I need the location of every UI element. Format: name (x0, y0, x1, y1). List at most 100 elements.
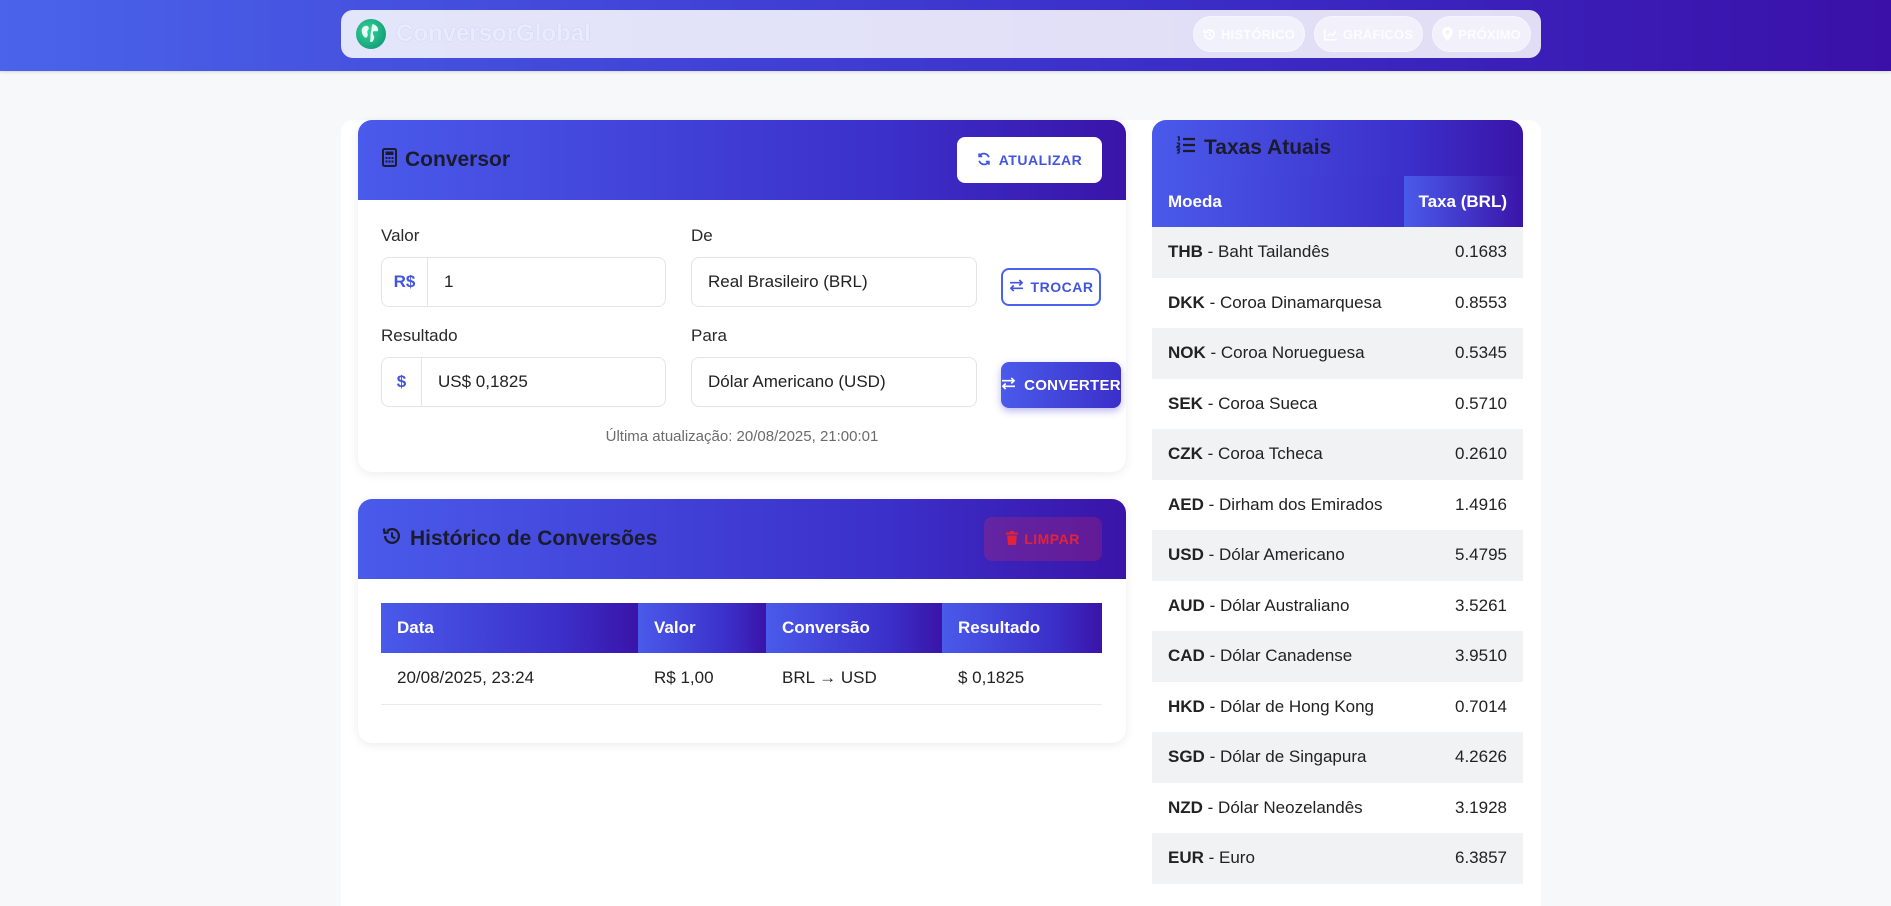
nav-historico[interactable]: HISTÓRICO (1192, 16, 1305, 52)
converter-title: Conversor (405, 148, 511, 171)
currency-rate: 0.8553 (1455, 292, 1507, 312)
currency-code: SGD (1168, 747, 1205, 767)
col-taxa: Taxa (BRL) (1404, 176, 1523, 227)
brand[interactable]: ConversorGlobal (356, 19, 591, 49)
history-card: Histórico de Conversões LIMPAR Data Valo… (358, 499, 1126, 743)
para-value: Dólar Americano (USD) (708, 372, 886, 391)
currency-code: THB (1168, 242, 1203, 262)
col-moeda: Moeda (1152, 176, 1404, 227)
list-item: DKK - Coroa Dinamarquesa 0.8553 (1152, 277, 1523, 328)
col-data: Data (381, 603, 638, 653)
currency-label: - Coroa Norueguesa (1205, 343, 1365, 363)
list-item: HKD - Dólar de Hong Kong 0.7014 (1152, 681, 1523, 732)
nav-proximo[interactable]: PRÓXIMO (1432, 16, 1531, 52)
list-item: SGD - Dólar de Singapura 4.2626 (1152, 732, 1523, 783)
para-select[interactable]: Dólar Americano (USD) (691, 357, 977, 407)
list-item: AED - Dirham dos Emirados 1.4916 (1152, 479, 1523, 530)
chart-icon (1324, 28, 1338, 41)
history-header-row: Data Valor Conversão Resultado (381, 603, 1102, 653)
refresh-label: ATUALIZAR (998, 152, 1083, 168)
rates-list: THB - Baht Tailandês 0.1683 DKK - Coroa Di… (1152, 227, 1523, 884)
currency-rate: 0.2610 (1455, 444, 1507, 464)
nav-historico-label: HISTÓRICO (1220, 26, 1295, 42)
currency-label: - Euro (1203, 848, 1255, 868)
currency-label: - Dólar Americano (1203, 545, 1345, 565)
de-select[interactable]: Real Brasileiro (BRL) (691, 257, 977, 307)
currency-rate: 3.9510 (1455, 646, 1507, 666)
list-item: NZD - Dólar Neozelandês 3.1928 (1152, 782, 1523, 833)
history-title-wrap: Histórico de Conversões (382, 526, 657, 552)
list-ordered-icon (1175, 136, 1196, 160)
valor-prefix: R$ (382, 258, 428, 306)
converter-header: Conversor ATUALIZAR (358, 120, 1126, 200)
currency-name: SGD - Dólar de Singapura (1152, 747, 1455, 767)
col-resultado: Resultado (942, 603, 1102, 653)
table-row: 20/08/2025, 23:24 R$ 1,00 BRL → USD $ 0,… (381, 653, 1102, 705)
de-label: De (691, 226, 713, 245)
history-table: Data Valor Conversão Resultado 20/08/202… (381, 603, 1102, 705)
currency-name: AED - Dirham dos Emirados (1152, 495, 1455, 515)
cell-resultado: $ 0,1825 (942, 653, 1102, 705)
valor-value: 1 (444, 272, 454, 291)
currency-rate: 0.7014 (1455, 696, 1507, 716)
currency-rate: 0.5710 (1455, 393, 1507, 413)
swap-button[interactable]: TROCAR (1001, 268, 1101, 306)
currency-label: - Dólar de Hong Kong (1204, 696, 1374, 716)
currency-name: NOK - Coroa Norueguesa (1152, 343, 1455, 363)
resultado-value: US$ 0,1825 (438, 372, 528, 391)
currency-code: EUR (1168, 848, 1204, 868)
currency-name: AUD - Dólar Australiano (1152, 596, 1455, 616)
swap-icon (1009, 279, 1024, 295)
cell-valor: R$ 1,00 (638, 653, 766, 705)
currency-code: CAD (1168, 646, 1205, 666)
rates-title: Taxas Atuais (1204, 136, 1332, 159)
currency-name: EUR - Euro (1152, 848, 1455, 868)
rates-header: Taxas Atuais (1152, 120, 1523, 176)
nav-graficos[interactable]: GRÁFICOS (1313, 16, 1424, 52)
trash-icon (1006, 530, 1019, 548)
list-item: SEK - Coroa Sueca 0.5710 (1152, 378, 1523, 429)
history-icon (1203, 28, 1216, 41)
last-update-text: Última atualização: 20/08/2025, 21:00:01 (605, 428, 879, 445)
valor-input[interactable]: R$ 1 (381, 257, 666, 307)
history-title: Histórico de Conversões (410, 527, 658, 550)
currency-rate: 4.2626 (1455, 747, 1507, 767)
clear-button[interactable]: LIMPAR (984, 517, 1102, 561)
rates-card: Taxas Atuais Moeda Taxa (BRL) THB - Baht… (1152, 120, 1523, 906)
currency-rate: 0.1683 (1455, 242, 1507, 262)
list-item: CZK - Coroa Tcheca 0.2610 (1152, 429, 1523, 480)
nav-graficos-label: GRÁFICOS (1342, 26, 1414, 42)
resultado-label: Resultado (381, 326, 458, 345)
currency-name: DKK - Coroa Dinamarquesa (1152, 293, 1455, 313)
currency-code: USD (1168, 545, 1204, 565)
currency-name: HKD - Dólar de Hong Kong (1152, 697, 1455, 717)
currency-label: - Coroa Sueca (1202, 393, 1318, 413)
clear-label: LIMPAR (1024, 531, 1080, 547)
currency-label: - Dólar Australiano (1204, 595, 1350, 615)
navbar: ConversorGlobal HISTÓRICO GRÁFICOS PRÓXI… (341, 10, 1541, 58)
currency-rate: 3.5261 (1455, 595, 1507, 615)
history-header: Histórico de Conversões LIMPAR (358, 499, 1126, 579)
col-valor: Valor (638, 603, 766, 653)
resultado-prefix: $ (382, 358, 422, 406)
currency-code: HKD (1168, 696, 1205, 716)
list-item: NOK - Coroa Norueguesa 0.5345 (1152, 328, 1523, 379)
currency-name: SEK - Coroa Sueca (1152, 394, 1455, 414)
globe-icon (356, 19, 386, 49)
converter-card: Conversor ATUALIZAR Valor R$ 1 De Real B… (358, 120, 1126, 472)
currency-name: THB - Baht Tailandês (1152, 242, 1455, 262)
nav-proximo-label: PRÓXIMO (1458, 26, 1521, 42)
currency-label: - Coroa Tcheca (1202, 444, 1323, 464)
nav-links: HISTÓRICO GRÁFICOS PRÓXIMO (1192, 16, 1531, 52)
convert-button[interactable]: CONVERTER (1001, 362, 1121, 408)
currency-code: AUD (1168, 595, 1205, 615)
currency-name: CAD - Dólar Canadense (1152, 646, 1455, 666)
currency-label: - Dólar Canadense (1204, 646, 1353, 666)
col-conversao: Conversão (766, 603, 942, 653)
convert-label: CONVERTER (1024, 376, 1121, 394)
currency-name: NZD - Dólar Neozelandês (1152, 798, 1455, 818)
exchange-icon (1001, 376, 1016, 394)
list-item: EUR - Euro 6.3857 (1152, 833, 1523, 884)
refresh-button[interactable]: ATUALIZAR (957, 137, 1102, 183)
cell-data: 20/08/2025, 23:24 (381, 653, 638, 705)
